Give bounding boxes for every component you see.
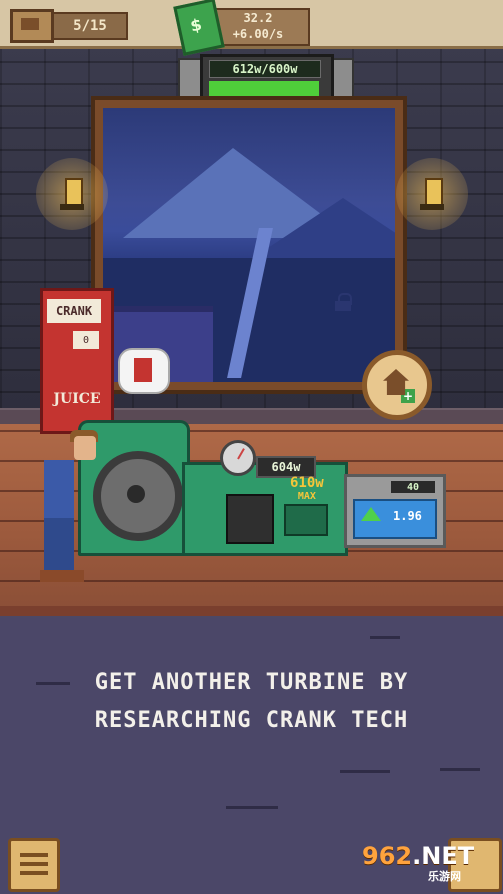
juice-logo: JUICE: [53, 391, 101, 407]
hill: [253, 198, 395, 258]
brick-deco: [440, 768, 480, 771]
floor-edge: [0, 606, 503, 616]
upgrade-screen[interactable]: 1.96: [353, 499, 437, 539]
watermark-brand: 962.NET: [362, 842, 498, 870]
menu-icon: [20, 871, 48, 875]
home-plus-icon: +: [401, 389, 415, 403]
character-head: [74, 436, 96, 460]
watermark-suffix: .NET: [412, 842, 475, 870]
menu-icon: [20, 862, 48, 866]
tutorial-text: GET ANOTHER TURBINE BY RESEARCHING CRANK…: [30, 664, 473, 740]
house-icon[interactable]: [10, 9, 54, 43]
turbine-control: [284, 504, 328, 536]
brick-deco: [226, 806, 278, 809]
lamp-base: [60, 204, 84, 210]
gauge-needle: [237, 448, 245, 460]
character-boots: [40, 570, 84, 582]
pressure-gauge: [220, 440, 256, 476]
brick-deco: [340, 770, 390, 773]
crank-wheel[interactable]: [93, 451, 183, 541]
upgrade-panel[interactable]: 40 1.96: [344, 474, 446, 548]
tutorial-line-2: RESEARCHING CRANK TECH: [94, 708, 409, 733]
upgrade-cost: 1.96: [393, 509, 422, 523]
watermark-number: 962: [362, 842, 413, 870]
brick-deco: [370, 636, 400, 639]
mountain-painting: [103, 108, 395, 382]
level-counter: 5/15: [52, 12, 128, 40]
home-upgrade-button[interactable]: +: [362, 350, 432, 420]
wall-lamp-left: [36, 158, 108, 230]
character-legs: [44, 518, 74, 576]
lamp-base: [420, 204, 444, 210]
max-label: MAX: [297, 491, 316, 502]
tutorial-line-1: GET ANOTHER TURBINE BY: [94, 670, 409, 695]
menu-button[interactable]: [8, 838, 60, 892]
money-value: 32.2: [243, 11, 273, 25]
watermark-site: 乐游网: [428, 870, 461, 883]
juice-machine-header: CRANK: [47, 299, 101, 323]
menu-icon: [20, 853, 48, 857]
game-screen: 5/15 32.2 +6.00/s 612w/600w +: [0, 0, 503, 894]
character-body: [44, 460, 74, 520]
watermark: 962.NET 乐游网: [362, 842, 498, 886]
wall-lamp-right: [396, 158, 468, 230]
power-fill-bar: [209, 81, 319, 97]
max-output-value: 610w: [290, 475, 324, 491]
lock-icon: [335, 293, 352, 311]
juice-icon[interactable]: [118, 348, 170, 394]
turbine-coil: [226, 494, 274, 544]
crank-juice-machine[interactable]: CRANK 0 JUICE: [40, 288, 114, 434]
juice-slot-count: 0: [73, 331, 99, 349]
power-label: 612w/600w: [209, 60, 321, 78]
upgrade-arrow-icon: [361, 507, 381, 521]
upgrade-level: 40: [391, 481, 435, 493]
max-readout: 610w MAX: [290, 476, 324, 504]
